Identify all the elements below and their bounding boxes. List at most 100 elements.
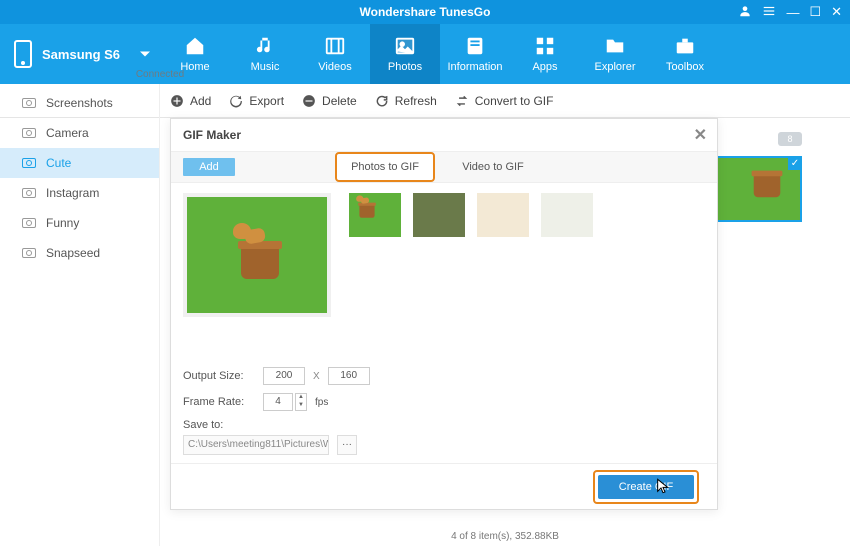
output-size-label: Output Size: <box>183 370 255 382</box>
album-sidebar: Screenshots Camera Cute Instagram Funny … <box>0 84 160 546</box>
nav-apps[interactable]: Apps <box>510 24 580 84</box>
album-thumbnail[interactable]: ✓ <box>712 156 802 222</box>
nav-information[interactable]: Information <box>440 24 510 84</box>
nav-items: Home Music Videos Photos Information App… <box>160 24 850 84</box>
close-window-button[interactable]: ✕ <box>831 4 842 20</box>
delete-label: Delete <box>322 94 357 108</box>
status-bar: 4 of 8 item(s), 352.88KB <box>160 526 850 546</box>
source-thumb-2[interactable] <box>413 193 465 237</box>
by-separator: X <box>313 371 320 382</box>
spinner-arrows[interactable]: ▲▼ <box>295 393 307 411</box>
sidebar-item-cute[interactable]: Cute <box>0 148 159 178</box>
modal-footer: Create GIF <box>171 463 717 509</box>
album-count-badge: 8 <box>778 132 802 146</box>
convert-button[interactable]: Convert to GIF <box>455 94 554 108</box>
width-input[interactable]: 200 <box>263 367 305 385</box>
top-nav: Samsung S6 Connected Home Music Videos P… <box>0 24 850 84</box>
sidebar-label: Snapseed <box>46 246 100 260</box>
add-label: Add <box>190 94 211 108</box>
fps-label: fps <box>315 397 328 408</box>
window-controls: — ☐ ✕ <box>738 0 842 24</box>
add-button[interactable]: Add <box>170 94 211 108</box>
sidebar-item-screenshots[interactable]: Screenshots <box>0 88 159 118</box>
maximize-button[interactable]: ☐ <box>809 4 821 20</box>
tab-photos-to-gif[interactable]: Photos to GIF <box>335 152 435 182</box>
preview-image <box>187 197 327 313</box>
sidebar-label: Screenshots <box>46 96 113 110</box>
browse-button[interactable]: ··· <box>337 435 357 455</box>
modal-header: GIF Maker ✕ <box>171 119 717 151</box>
close-icon[interactable]: ✕ <box>694 125 707 145</box>
export-button[interactable]: Export <box>229 94 284 108</box>
sidebar-item-funny[interactable]: Funny <box>0 208 159 238</box>
title-bar: Wondershare TunesGo — ☐ ✕ <box>0 0 850 24</box>
modal-tab-bar: Add Photos to GIF Video to GIF <box>171 151 717 183</box>
sidebar-item-camera[interactable]: Camera <box>0 118 159 148</box>
camera-icon <box>22 248 36 258</box>
camera-icon <box>22 98 36 108</box>
create-gif-highlight: Create GIF <box>593 470 699 504</box>
source-thumb-3[interactable] <box>477 193 529 237</box>
status-text: 4 of 8 item(s), 352.88KB <box>451 531 559 542</box>
device-name: Samsung S6 <box>42 47 120 62</box>
save-path-row: C:\Users\meeting811\Pictures\W ··· <box>183 435 370 455</box>
music-icon <box>254 35 276 57</box>
output-size-row: Output Size: 200 X 160 <box>183 367 370 385</box>
user-icon[interactable] <box>738 4 752 21</box>
nav-music[interactable]: Music <box>230 24 300 84</box>
height-input[interactable]: 160 <box>328 367 370 385</box>
frame-rate-spinner[interactable]: 4 ▲▼ <box>263 393 307 411</box>
convert-label: Convert to GIF <box>475 94 554 108</box>
nav-label: Explorer <box>595 61 636 73</box>
apps-icon <box>534 35 556 57</box>
menu-icon[interactable] <box>762 4 776 21</box>
device-selector[interactable]: Samsung S6 Connected <box>0 24 160 84</box>
source-thumb-1[interactable] <box>349 193 401 237</box>
home-icon <box>184 35 206 57</box>
export-label: Export <box>249 94 284 108</box>
nav-photos[interactable]: Photos <box>370 24 440 84</box>
chevron-down-icon <box>140 52 150 57</box>
save-to-label: Save to: <box>183 419 255 431</box>
phone-icon <box>14 40 32 68</box>
nav-videos[interactable]: Videos <box>300 24 370 84</box>
preview-pane <box>183 193 331 317</box>
nav-label: Music <box>251 61 280 73</box>
tab-video-to-gif[interactable]: Video to GIF <box>453 152 533 182</box>
nav-label: Photos <box>388 61 422 73</box>
camera-icon <box>22 128 36 138</box>
sidebar-item-snapseed[interactable]: Snapseed <box>0 238 159 268</box>
nav-label: Information <box>447 61 502 73</box>
info-icon <box>464 35 486 57</box>
camera-icon <box>22 188 36 198</box>
app-title: Wondershare TunesGo <box>360 5 491 19</box>
save-path-input[interactable]: C:\Users\meeting811\Pictures\W <box>183 435 329 455</box>
modal-title: GIF Maker <box>183 128 241 142</box>
nav-explorer[interactable]: Explorer <box>580 24 650 84</box>
nav-toolbox[interactable]: Toolbox <box>650 24 720 84</box>
sidebar-item-instagram[interactable]: Instagram <box>0 178 159 208</box>
camera-icon <box>22 218 36 228</box>
sidebar-label: Instagram <box>46 186 99 200</box>
source-thumb-4[interactable] <box>541 193 593 237</box>
modal-add-button[interactable]: Add <box>183 158 235 176</box>
thumbnail-image <box>742 170 776 210</box>
videos-icon <box>324 35 346 57</box>
nav-label: Toolbox <box>666 61 704 73</box>
save-to-row: Save to: <box>183 419 370 431</box>
frame-rate-value[interactable]: 4 <box>263 393 293 411</box>
toolbox-icon <box>674 35 696 57</box>
nav-label: Videos <box>318 61 351 73</box>
create-gif-button[interactable]: Create GIF <box>598 475 694 499</box>
sidebar-label: Camera <box>46 126 89 140</box>
device-info: Samsung S6 Connected <box>42 47 120 62</box>
frame-rate-row: Frame Rate: 4 ▲▼ fps <box>183 393 370 411</box>
delete-button[interactable]: Delete <box>302 94 357 108</box>
nav-label: Home <box>180 61 209 73</box>
refresh-label: Refresh <box>395 94 437 108</box>
thumbnail-row <box>349 193 593 237</box>
refresh-button[interactable]: Refresh <box>375 94 437 108</box>
minimize-button[interactable]: — <box>786 5 799 20</box>
gif-settings: Output Size: 200 X 160 Frame Rate: 4 ▲▼ … <box>183 367 370 463</box>
check-icon: ✓ <box>788 156 802 170</box>
